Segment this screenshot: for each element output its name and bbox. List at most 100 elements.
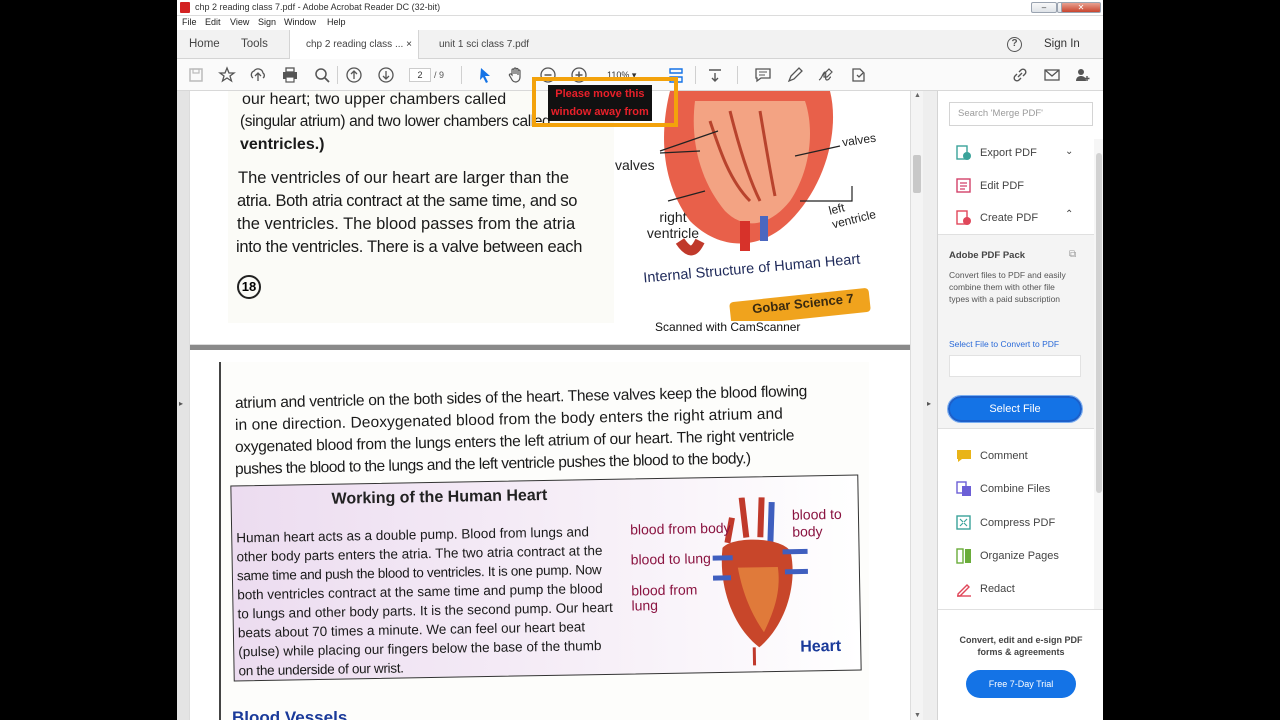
pdf-page-1: our heart; two upper chambers called (si… [190, 91, 910, 344]
figure-label: right ventricle [646, 209, 700, 241]
tool-label: Combine Files [980, 483, 1051, 495]
acrobat-window: chp 2 reading class 7.pdf - Adobe Acroba… [177, 0, 1103, 720]
promo-text: Convert, edit and e-sign PDF forms & agr… [959, 635, 1083, 657]
upload-icon[interactable] [248, 65, 268, 85]
file-drop-input[interactable] [949, 355, 1081, 377]
tool-label: Compress PDF [980, 517, 1056, 529]
text-line: The ventricles of our heart are larger t… [238, 169, 570, 187]
figure-label: blood from body [630, 519, 731, 538]
tools-search-input[interactable]: Search 'Merge PDF' [949, 102, 1093, 126]
compress-pdf-icon [956, 515, 971, 530]
export-pdf-icon [956, 145, 971, 160]
window-title: chp 2 reading class 7.pdf - Adobe Acroba… [195, 2, 441, 12]
tab-bar: Home Tools chp 2 reading class ... × uni… [177, 30, 1103, 60]
acrobat-app-icon [180, 2, 190, 13]
add-user-icon[interactable] [1073, 65, 1093, 85]
text-line: our heart; two upper chambers called [242, 91, 507, 108]
heart-caption: Heart [800, 637, 842, 656]
page-total: / 9 [434, 70, 445, 80]
scanner-watermark: Scanned with CamScanner [655, 320, 801, 334]
text-line: (singular atrium) and two lower chambers… [240, 113, 551, 130]
menu-view[interactable]: View [230, 17, 249, 27]
page-number-input[interactable]: 2 [409, 68, 431, 82]
tool-label: Redact [980, 583, 1015, 595]
tab-document[interactable]: unit 1 sci class 7.pdf [423, 30, 563, 59]
right-panel-collapse[interactable]: ▸ [923, 91, 937, 720]
tool-label: Export PDF [980, 147, 1037, 159]
left-navigation-gutter[interactable]: ▸ [177, 91, 189, 720]
text-line: the ventricles. The blood passes from th… [237, 215, 576, 233]
page-down-icon[interactable] [376, 65, 396, 85]
tool-label: Organize Pages [980, 550, 1059, 562]
create-pdf-icon [956, 210, 971, 225]
minimize-button[interactable]: – [1031, 2, 1057, 13]
page-up-icon[interactable] [344, 65, 364, 85]
select-arrow-icon[interactable] [475, 65, 495, 85]
hand-icon[interactable] [506, 65, 526, 85]
share-link-icon[interactable] [1010, 65, 1030, 85]
close-tab-icon[interactable]: × [406, 30, 412, 59]
pdf-page-2: atrium and ventricle on the both sides o… [190, 350, 910, 720]
tab-home[interactable]: Home [189, 30, 220, 59]
sign-in-button[interactable]: Sign In [1044, 30, 1080, 59]
page-number: 18 [241, 279, 257, 294]
comment-tool-icon [957, 450, 971, 462]
sign-icon[interactable] [816, 65, 836, 85]
select-file-button[interactable]: Select File [947, 395, 1083, 423]
text-line: atria. Both atria contract at the same t… [237, 192, 578, 210]
tab-document-active[interactable]: chp 2 reading class ... × [289, 30, 419, 60]
menu-help[interactable]: Help [327, 17, 346, 27]
figure-label: blood from lung [631, 581, 698, 614]
tool-label: Comment [980, 450, 1028, 462]
select-file-link[interactable]: Select File to Convert to PDF [949, 339, 1059, 349]
expand-left-panel-icon[interactable]: ▸ [179, 399, 183, 408]
promo-section: Convert, edit and e-sign PDF forms & agr… [938, 609, 1103, 720]
combine-files-icon [956, 481, 971, 496]
working-heart-box: Working of the Human Heart Human heart a… [230, 474, 862, 682]
menu-bar: File Edit View Sign Window Help [177, 16, 1103, 30]
free-trial-button[interactable]: Free 7-Day Trial [966, 670, 1076, 698]
scroll-thumb[interactable] [913, 155, 921, 193]
collapse-right-panel-icon[interactable]: ▸ [927, 399, 931, 408]
menu-edit[interactable]: Edit [205, 17, 221, 27]
scroll-up-icon[interactable]: ▲ [914, 92, 921, 99]
redact-icon [957, 584, 971, 597]
bookmark-star-icon[interactable] [217, 65, 237, 85]
document-scrollbar[interactable]: ▲ ▼ [910, 91, 923, 720]
figure-label: blood to body [791, 505, 842, 540]
document-viewer[interactable]: ▸ our heart; two upper chambers called (… [177, 91, 923, 720]
help-icon[interactable]: ? [1007, 37, 1022, 52]
overlay-line: window away from [551, 106, 649, 118]
menu-window[interactable]: Window [284, 17, 316, 27]
overlay-line: Please move this [555, 88, 645, 100]
tools-pane-scrollbar[interactable] [1094, 139, 1103, 609]
email-icon[interactable] [1042, 65, 1062, 85]
print-icon[interactable] [280, 65, 300, 85]
chevron-down-icon[interactable]: ⌄ [1065, 146, 1073, 157]
tools-pane: Search 'Merge PDF' Export PDF ⌄ Edit PDF… [937, 91, 1103, 720]
comment-icon[interactable] [753, 65, 773, 85]
text-line: ventricles.) [240, 136, 325, 153]
zoom-search-icon[interactable] [312, 65, 332, 85]
figure-label: blood to lung [630, 550, 712, 568]
figure-label: valves [615, 157, 655, 173]
chevron-up-icon[interactable]: ⌃ [1065, 209, 1073, 220]
page-number-badge: 18 [237, 275, 261, 299]
close-window-button[interactable]: ✕ [1061, 2, 1101, 13]
pen-icon[interactable] [785, 65, 805, 85]
pack-description: Convert files to PDF and easily combine … [949, 270, 1066, 304]
menu-file[interactable]: File [182, 17, 197, 27]
menu-sign[interactable]: Sign [258, 17, 276, 27]
scroll-thumb[interactable] [1096, 153, 1102, 493]
copy-icon[interactable]: ⧉ [1069, 249, 1076, 260]
organize-pages-icon [956, 548, 971, 564]
edit-pdf-icon [956, 178, 971, 193]
tab-document-label: chp 2 reading class ... [306, 39, 404, 50]
download-icon[interactable] [705, 65, 725, 85]
stamp-icon[interactable] [848, 65, 868, 85]
pack-title: Adobe PDF Pack [949, 250, 1026, 261]
tab-tools[interactable]: Tools [241, 30, 268, 59]
save-icon[interactable] [186, 65, 206, 85]
scroll-down-icon[interactable]: ▼ [914, 712, 921, 719]
title-bar: chp 2 reading class 7.pdf - Adobe Acroba… [177, 0, 1103, 16]
